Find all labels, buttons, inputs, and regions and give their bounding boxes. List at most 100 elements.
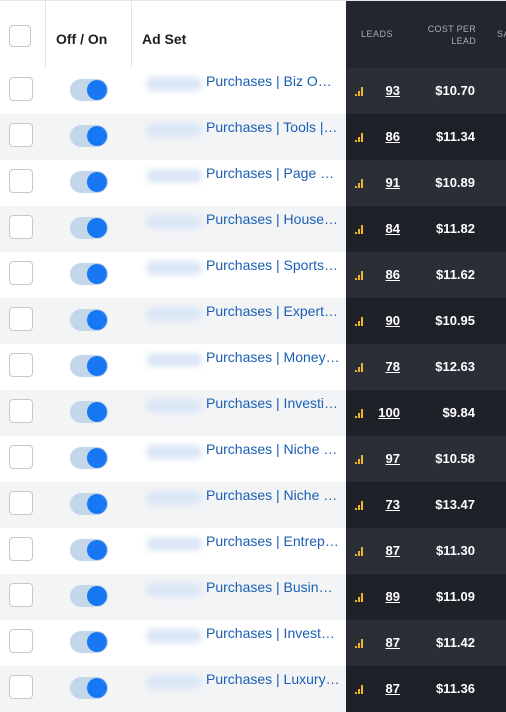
on-off-toggle[interactable] bbox=[70, 217, 108, 239]
leads-value-link[interactable]: 91 bbox=[372, 175, 400, 190]
row-checkbox[interactable] bbox=[9, 445, 33, 469]
signal-bars-icon bbox=[355, 409, 363, 418]
toggle-knob bbox=[87, 632, 107, 652]
row-checkbox[interactable] bbox=[9, 307, 33, 331]
col-ad-set-header[interactable]: Ad Set bbox=[142, 31, 186, 47]
ad-set-name-link[interactable]: Purchases | Sports… bbox=[206, 257, 340, 273]
toggle-knob bbox=[87, 356, 107, 376]
signal-bars-icon bbox=[355, 639, 363, 648]
signal-bars-icon bbox=[355, 547, 363, 556]
table-row[interactable]: Purchases | Money-… 78 $12.63 bbox=[0, 344, 506, 390]
toggle-knob bbox=[87, 448, 107, 468]
signal-bars-icon bbox=[355, 317, 363, 326]
leads-value-link[interactable]: 87 bbox=[372, 681, 400, 696]
on-off-toggle[interactable] bbox=[70, 309, 108, 331]
ad-set-name-link[interactable]: Purchases | Experts… bbox=[206, 303, 340, 319]
signal-bars-icon bbox=[355, 87, 363, 96]
on-off-toggle[interactable] bbox=[70, 631, 108, 653]
toggle-knob bbox=[87, 678, 107, 698]
on-off-toggle[interactable] bbox=[70, 263, 108, 285]
leads-value-link[interactable]: 97 bbox=[372, 451, 400, 466]
table-row[interactable]: Purchases | Entrepr… 87 $11.30 bbox=[0, 528, 506, 574]
leads-value-link[interactable]: 90 bbox=[372, 313, 400, 328]
table-row[interactable]: Purchases | Investin… 100 $9.84 bbox=[0, 390, 506, 436]
blurred-ad-set-id bbox=[146, 537, 202, 551]
table-row[interactable]: Purchases | Tools | … 86 $11.34 bbox=[0, 114, 506, 160]
table-row[interactable]: Purchases | Biz Ow… 93 $10.70 bbox=[0, 68, 506, 114]
ad-set-name-link[interactable]: Purchases | Househ… bbox=[206, 211, 340, 227]
col-truncated-header[interactable]: SA bbox=[497, 29, 506, 39]
ad-set-name-link[interactable]: Purchases | Niche | … bbox=[206, 441, 340, 457]
blurred-ad-set-id bbox=[146, 261, 202, 275]
signal-bars-icon bbox=[355, 271, 363, 280]
col-leads-header[interactable]: LEADS bbox=[346, 29, 408, 39]
on-off-toggle[interactable] bbox=[70, 171, 108, 193]
blurred-ad-set-id bbox=[146, 307, 202, 321]
signal-bars-icon bbox=[355, 225, 363, 234]
on-off-toggle[interactable] bbox=[70, 125, 108, 147]
on-off-toggle[interactable] bbox=[70, 401, 108, 423]
col-cost-per-lead-header[interactable]: COST PER LEAD bbox=[412, 23, 476, 47]
ad-set-name-link[interactable]: Purchases | Page a… bbox=[206, 165, 340, 181]
on-off-toggle[interactable] bbox=[70, 585, 108, 607]
cost-per-lead-value: $11.82 bbox=[435, 221, 475, 236]
col-off-on-header[interactable]: Off / On bbox=[56, 31, 107, 47]
signal-bars-icon bbox=[355, 501, 363, 510]
table-row[interactable]: Purchases | Niche | … 97 $10.58 bbox=[0, 436, 506, 482]
row-checkbox[interactable] bbox=[9, 399, 33, 423]
ad-set-name-link[interactable]: Purchases | Investo… bbox=[206, 625, 340, 641]
cost-per-lead-value: $11.36 bbox=[435, 681, 475, 696]
row-checkbox[interactable] bbox=[9, 353, 33, 377]
row-checkbox[interactable] bbox=[9, 537, 33, 561]
on-off-toggle[interactable] bbox=[70, 79, 108, 101]
leads-value-link[interactable]: 93 bbox=[372, 83, 400, 98]
ad-set-name-link[interactable]: Purchases | Tools | … bbox=[206, 119, 340, 135]
leads-value-link[interactable]: 87 bbox=[372, 635, 400, 650]
table-row[interactable]: Purchases | Experts… 90 $10.95 bbox=[0, 298, 506, 344]
ad-set-name-link[interactable]: Purchases | Biz Ow… bbox=[206, 73, 340, 89]
cost-per-lead-value: $11.30 bbox=[435, 543, 475, 558]
table-row[interactable]: Purchases | Househ… 84 $11.82 bbox=[0, 206, 506, 252]
on-off-toggle[interactable] bbox=[70, 493, 108, 515]
on-off-toggle[interactable] bbox=[70, 677, 108, 699]
toggle-knob bbox=[87, 310, 107, 330]
leads-value-link[interactable]: 78 bbox=[372, 359, 400, 374]
table-row[interactable]: Purchases | Page a… 91 $10.89 bbox=[0, 160, 506, 206]
ad-set-name-link[interactable]: Purchases | Money-… bbox=[206, 349, 340, 365]
row-checkbox[interactable] bbox=[9, 77, 33, 101]
cost-per-lead-value: $10.89 bbox=[435, 175, 475, 190]
leads-value-link[interactable]: 86 bbox=[372, 129, 400, 144]
table-row[interactable]: Purchases | Investo… 87 $11.42 bbox=[0, 620, 506, 666]
row-checkbox[interactable] bbox=[9, 491, 33, 515]
ad-set-name-link[interactable]: Purchases | Luxury |… bbox=[206, 671, 340, 687]
row-checkbox[interactable] bbox=[9, 215, 33, 239]
table-row[interactable]: Purchases | Sports… 86 $11.62 bbox=[0, 252, 506, 298]
table-row[interactable]: Purchases | Niche | … 73 $13.47 bbox=[0, 482, 506, 528]
row-checkbox[interactable] bbox=[9, 583, 33, 607]
on-off-toggle[interactable] bbox=[70, 539, 108, 561]
ad-set-name-link[interactable]: Purchases | Busine… bbox=[206, 579, 340, 595]
select-all-checkbox[interactable] bbox=[9, 25, 31, 47]
blurred-ad-set-id bbox=[146, 169, 202, 183]
row-checkbox[interactable] bbox=[9, 261, 33, 285]
row-checkbox[interactable] bbox=[9, 123, 33, 147]
toggle-knob bbox=[87, 402, 107, 422]
row-checkbox[interactable] bbox=[9, 675, 33, 699]
on-off-toggle[interactable] bbox=[70, 447, 108, 469]
leads-value-link[interactable]: 87 bbox=[372, 543, 400, 558]
row-checkbox[interactable] bbox=[9, 169, 33, 193]
row-checkbox[interactable] bbox=[9, 629, 33, 653]
leads-value-link[interactable]: 100 bbox=[372, 405, 400, 420]
table-row[interactable]: Purchases | Luxury |… 87 $11.36 bbox=[0, 666, 506, 712]
cost-per-lead-value: $13.47 bbox=[435, 497, 475, 512]
toggle-knob bbox=[87, 218, 107, 238]
ad-set-name-link[interactable]: Purchases | Investin… bbox=[206, 395, 340, 411]
leads-value-link[interactable]: 73 bbox=[372, 497, 400, 512]
on-off-toggle[interactable] bbox=[70, 355, 108, 377]
ad-set-name-link[interactable]: Purchases | Niche | … bbox=[206, 487, 340, 503]
leads-value-link[interactable]: 89 bbox=[372, 589, 400, 604]
table-row[interactable]: Purchases | Busine… 89 $11.09 bbox=[0, 574, 506, 620]
ad-set-name-link[interactable]: Purchases | Entrepr… bbox=[206, 533, 340, 549]
leads-value-link[interactable]: 86 bbox=[372, 267, 400, 282]
leads-value-link[interactable]: 84 bbox=[372, 221, 400, 236]
